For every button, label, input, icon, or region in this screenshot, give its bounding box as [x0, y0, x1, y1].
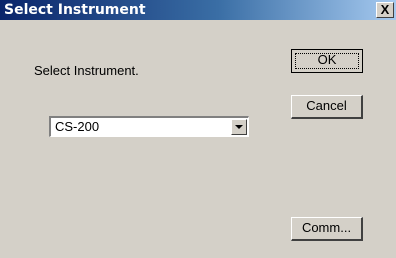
title-bar: Select Instrument X — [0, 0, 396, 20]
ok-button-label: OK — [317, 52, 337, 67]
instrument-select-value: CS-200 — [55, 119, 100, 134]
window-title: Select Instrument — [4, 2, 146, 18]
instrument-select[interactable]: CS-200 — [49, 116, 249, 137]
chevron-down-icon[interactable] — [231, 119, 247, 135]
cancel-button[interactable]: Cancel — [291, 95, 363, 119]
close-icon[interactable]: X — [376, 2, 394, 18]
comm-button[interactable]: Comm... — [291, 217, 363, 241]
select-instrument-prompt: Select Instrument. — [34, 63, 139, 78]
ok-button[interactable]: OK — [291, 49, 363, 73]
